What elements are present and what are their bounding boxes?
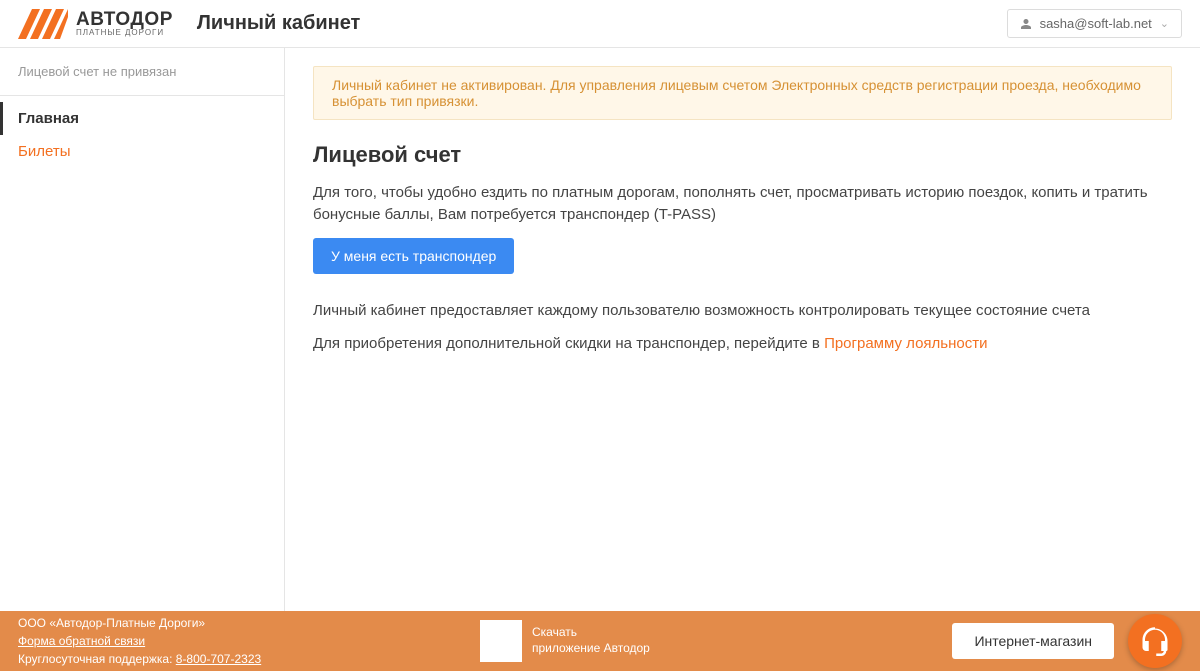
body: Лицевой счет не привязан Главная Билеты …	[0, 48, 1200, 611]
loyalty-program-link[interactable]: Программу лояльности	[824, 335, 987, 352]
feedback-link[interactable]: Форма обратной связи	[18, 634, 145, 648]
footer: ООО «Автодор-Платные Дороги» Форма обрат…	[0, 611, 1200, 671]
logo[interactable]: АВТОДОР ПЛАТНЫЕ ДОРОГИ	[18, 9, 173, 39]
user-email: sasha@soft-lab.net	[1040, 16, 1152, 31]
shop-button[interactable]: Интернет-магазин	[952, 623, 1114, 659]
footer-left: ООО «Автодор-Платные Дороги» Форма обрат…	[18, 614, 261, 668]
support-prefix: Круглосуточная поддержка:	[18, 652, 176, 666]
main-content: Личный кабинет не активирован. Для управ…	[285, 48, 1200, 611]
account-status-text: Лицевой счет не привязан	[0, 48, 284, 96]
have-transponder-button[interactable]: У меня есть транспондер	[313, 238, 514, 274]
company-name: ООО «Автодор-Платные Дороги»	[18, 614, 261, 632]
download-line2: приложение Автодор	[532, 641, 650, 657]
section-heading: Лицевой счет	[313, 142, 1172, 168]
download-text: Скачать приложение Автодор	[532, 625, 650, 656]
user-menu[interactable]: sasha@soft-lab.net ⌄	[1007, 9, 1182, 38]
discount-prefix: Для приобретения дополнительной скидки н…	[313, 335, 824, 352]
intro-paragraph: Для того, чтобы удобно ездить по платным…	[313, 182, 1172, 226]
sidebar: Лицевой счет не привязан Главная Билеты	[0, 48, 285, 611]
header: АВТОДОР ПЛАТНЫЕ ДОРОГИ Личный кабинет sa…	[0, 0, 1200, 48]
sidebar-item-main[interactable]: Главная	[0, 102, 284, 135]
nav: Главная Билеты	[0, 96, 284, 168]
logo-line1: АВТОДОР	[76, 10, 173, 29]
headset-icon	[1140, 626, 1170, 656]
chevron-down-icon: ⌄	[1160, 17, 1169, 30]
sidebar-item-tickets[interactable]: Билеты	[0, 135, 284, 168]
logo-line2: ПЛАТНЫЕ ДОРОГИ	[76, 29, 173, 37]
description-paragraph: Личный кабинет предоставляет каждому пол…	[313, 300, 1172, 322]
support-phone-link[interactable]: 8-800-707-2323	[176, 652, 261, 666]
qr-code-icon[interactable]	[480, 620, 522, 662]
page-title: Личный кабинет	[197, 12, 360, 35]
logo-icon	[18, 9, 68, 39]
footer-download: Скачать приложение Автодор	[480, 620, 650, 662]
user-icon	[1020, 18, 1032, 30]
activation-alert: Личный кабинет не активирован. Для управ…	[313, 66, 1172, 120]
support-fab[interactable]	[1128, 614, 1182, 668]
discount-paragraph: Для приобретения дополнительной скидки н…	[313, 333, 1172, 355]
footer-right: Интернет-магазин	[952, 614, 1182, 668]
logo-text: АВТОДОР ПЛАТНЫЕ ДОРОГИ	[76, 10, 173, 37]
download-line1: Скачать	[532, 625, 650, 641]
